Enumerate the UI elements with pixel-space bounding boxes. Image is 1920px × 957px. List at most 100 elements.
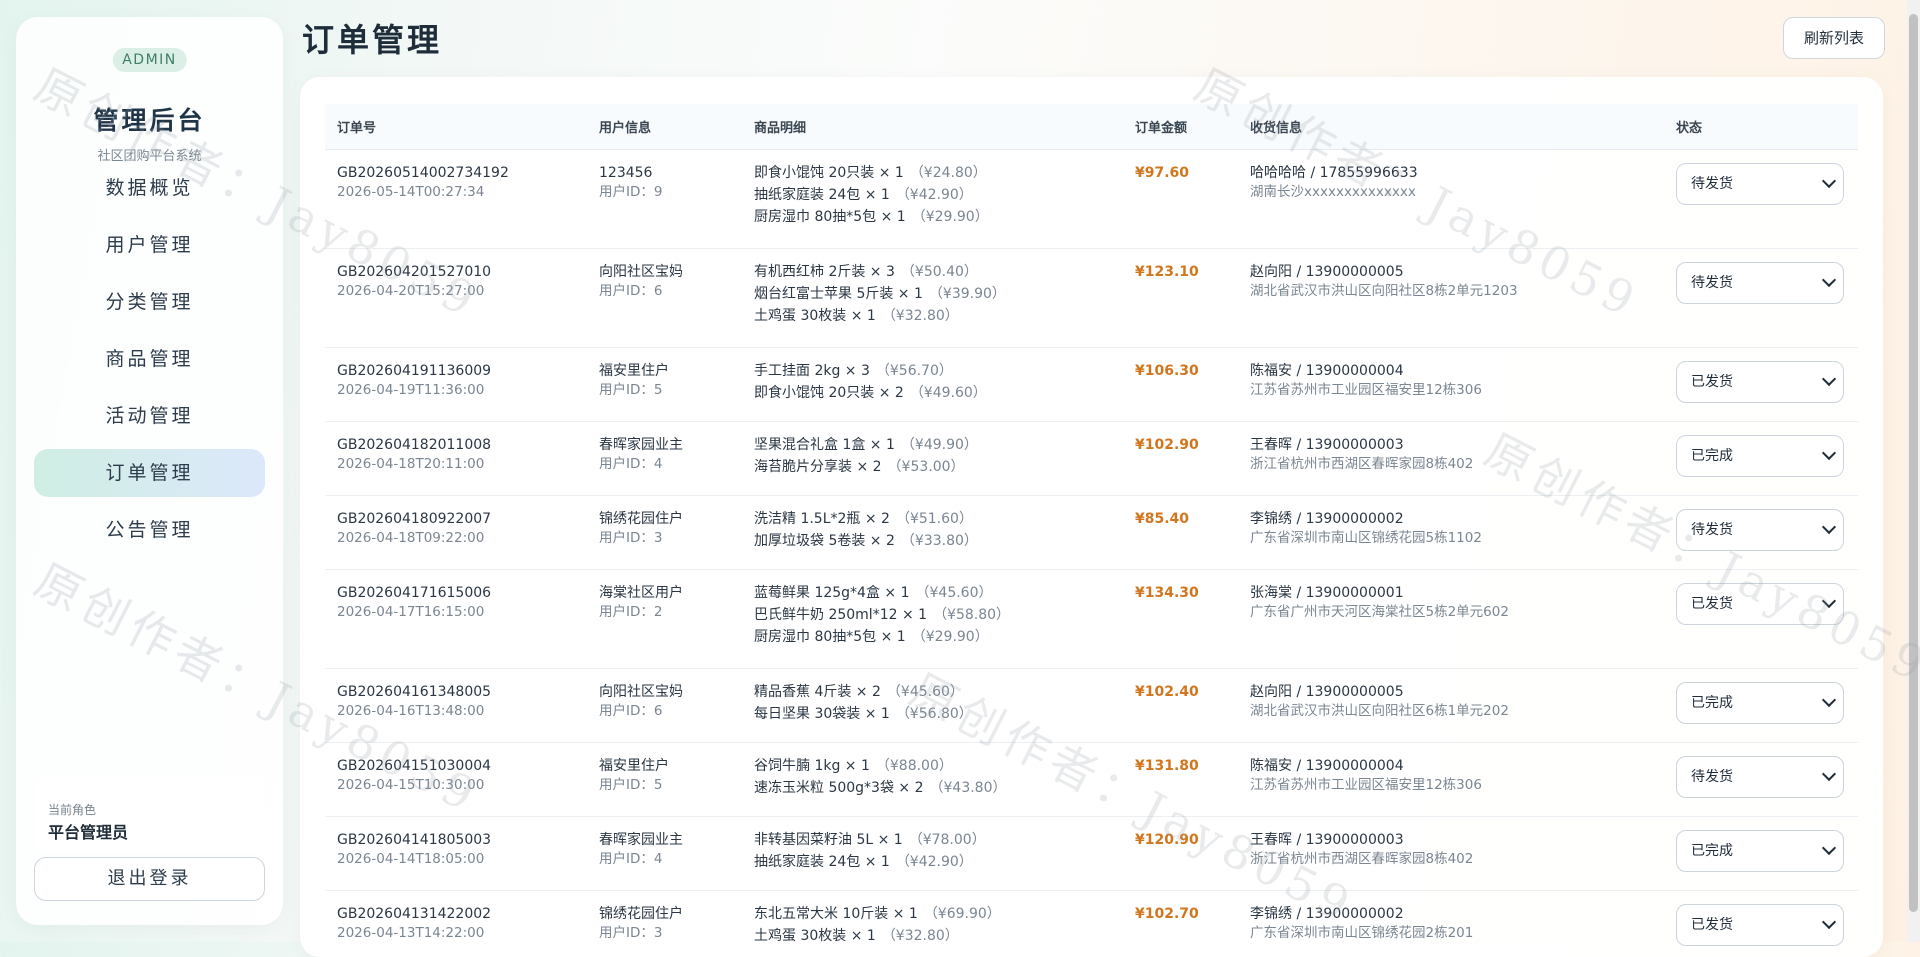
order-cell: GB2026041716150062026-04-17T16:15:00: [325, 570, 587, 669]
order-time: 2026-04-16T13:48:00: [337, 702, 587, 721]
goods-item: 速冻玉米粒 500g*3袋 × 2（¥43.80）: [754, 776, 1123, 801]
goods-name: 抽纸家庭装 24包 × 1: [754, 187, 890, 203]
user-name: 锦绣花园住户: [599, 510, 742, 529]
status-dropdown[interactable]: 待发货已发货已完成: [1676, 683, 1844, 724]
receiver-name-phone: 李锦绣 / 13900000002: [1250, 905, 1664, 924]
user-id: 用户ID：5: [599, 776, 742, 795]
order-amount: ¥131.80: [1135, 758, 1199, 774]
page-scrollbar[interactable]: [1907, 0, 1920, 942]
table-row: GB2026041716150062026-04-17T16:15:00海棠社区…: [325, 570, 1858, 669]
goods-name: 每日坚果 30袋装 × 1: [754, 706, 890, 722]
table-row: GB2026041820110082026-04-18T20:11:00春晖家园…: [325, 422, 1858, 496]
goods-item: 抽纸家庭装 24包 × 1（¥42.90）: [754, 850, 1123, 875]
status-dropdown[interactable]: 待发货已发货已完成: [1676, 164, 1844, 205]
status-cell: 待发货已发货已完成: [1664, 891, 1858, 957]
order-number: GB202604131422002: [337, 905, 587, 924]
col-goods: 商品明细: [742, 104, 1123, 150]
status-dropdown[interactable]: 待发货已发货已完成: [1676, 905, 1844, 946]
goods-item: 海苔脆片分享装 × 2（¥53.00）: [754, 455, 1123, 480]
status-select[interactable]: 待发货已发货已完成: [1676, 262, 1844, 304]
order-amount: ¥134.30: [1135, 585, 1199, 601]
status-dropdown[interactable]: 待发货已发货已完成: [1676, 362, 1844, 403]
table-row: GB2026041613480052026-04-16T13:48:00向阳社区…: [325, 669, 1858, 743]
user-cell: 春晖家园业主用户ID：4: [587, 817, 742, 891]
goods-name: 土鸡蛋 30枚装 × 1: [754, 308, 876, 324]
goods-cell: 有机西红柿 2斤装 × 3（¥50.40）烟台红富士苹果 5斤装 × 1（¥39…: [742, 249, 1123, 348]
status-dropdown[interactable]: 待发货已发货已完成: [1676, 831, 1844, 872]
goods-cell: 洗洁精 1.5L*2瓶 × 2（¥51.60）加厚垃圾袋 5卷装 × 2（¥33…: [742, 496, 1123, 570]
status-dropdown[interactable]: 待发货已发货已完成: [1676, 436, 1844, 477]
amount-cell: ¥102.40: [1123, 669, 1238, 743]
sidebar-item-orders[interactable]: 订单管理: [34, 449, 265, 497]
amount-cell: ¥106.30: [1123, 348, 1238, 422]
sidebar-item-activities[interactable]: 活动管理: [34, 392, 265, 440]
status-dropdown[interactable]: 待发货已发货已完成: [1676, 584, 1844, 625]
status-dropdown[interactable]: 待发货已发货已完成: [1676, 263, 1844, 304]
admin-badge: ADMIN: [112, 48, 187, 72]
receiver-address: 广东省深圳市南山区锦绣花园2栋201: [1250, 924, 1664, 943]
sidebar-item-categories[interactable]: 分类管理: [34, 278, 265, 326]
status-select[interactable]: 待发货已发货已完成: [1676, 509, 1844, 551]
receiver-address: 广东省深圳市南山区锦绣花园5栋1102: [1250, 529, 1664, 548]
goods-price: （¥42.90）: [896, 187, 973, 203]
status-cell: 待发货已发货已完成: [1664, 249, 1858, 348]
status-select[interactable]: 待发货已发货已完成: [1676, 756, 1844, 798]
logout-button[interactable]: 退出登录: [34, 857, 265, 901]
user-name: 123456: [599, 164, 742, 183]
user-cell: 向阳社区宝妈用户ID：6: [587, 669, 742, 743]
status-select[interactable]: 待发货已发货已完成: [1676, 435, 1844, 477]
order-amount: ¥106.30: [1135, 363, 1199, 379]
table-row: GB202605140027341922026-05-14T00:27:34 12…: [325, 150, 1858, 249]
receiver-name-phone: 赵向阳 / 13900000005: [1250, 263, 1664, 282]
col-status: 状态: [1664, 104, 1858, 150]
status-select[interactable]: 待发货已发货已完成: [1676, 583, 1844, 625]
user-name: 海棠社区用户: [599, 584, 742, 603]
goods-cell: 精品香蕉 4斤装 × 2（¥45.60）每日坚果 30袋装 × 1（¥56.80…: [742, 669, 1123, 743]
user-name: 向阳社区宝妈: [599, 683, 742, 702]
status-select[interactable]: 待发货已发货已完成: [1676, 163, 1844, 205]
order-amount: ¥120.90: [1135, 832, 1199, 848]
user-cell: 福安里住户用户ID：5: [587, 348, 742, 422]
refresh-list-button[interactable]: 刷新列表: [1783, 17, 1885, 59]
receiver-address: 湖北省武汉市洪山区向阳社区6栋1单元202: [1250, 702, 1664, 721]
goods-name: 海苔脆片分享装 × 2: [754, 459, 882, 475]
goods-price: （¥24.80）: [910, 165, 987, 181]
receiver-name-phone: 陈福安 / 13900000004: [1250, 362, 1664, 381]
order-amount: ¥123.10: [1135, 264, 1199, 280]
sidebar-item-announcements[interactable]: 公告管理: [34, 506, 265, 554]
status-dropdown[interactable]: 待发货已发货已完成: [1676, 757, 1844, 798]
status-dropdown[interactable]: 待发货已发货已完成: [1676, 510, 1844, 551]
table-row: GB2026041911360092026-04-19T11:36:00福安里住…: [325, 348, 1858, 422]
scrollbar-thumb[interactable]: [1909, 14, 1918, 912]
goods-price: （¥42.90）: [896, 854, 973, 870]
amount-cell: ¥134.30: [1123, 570, 1238, 669]
brand-subtitle: 社区团购平台系统: [16, 145, 283, 164]
user-id: 用户ID：6: [599, 282, 742, 301]
goods-name: 烟台红富士苹果 5斤装 × 1: [754, 286, 923, 302]
sidebar-item-users[interactable]: 用户管理: [34, 221, 265, 269]
goods-cell: 手工挂面 2kg × 3（¥56.70）即食小馄饨 20只装 × 2（¥49.6…: [742, 348, 1123, 422]
status-select[interactable]: 待发货已发货已完成: [1676, 682, 1844, 724]
goods-price: （¥69.90）: [924, 906, 1001, 922]
receiver-cell: 张海棠 / 13900000001广东省广州市天河区海棠社区5栋2单元602: [1238, 570, 1664, 669]
order-amount: ¥97.60: [1135, 165, 1189, 181]
user-cell: 海棠社区用户用户ID：2: [587, 570, 742, 669]
order-cell: GB2026041314220022026-04-13T14:22:00: [325, 891, 587, 957]
receiver-address: 江苏省苏州市工业园区福安里12栋306: [1250, 381, 1664, 400]
status-select[interactable]: 待发货已发货已完成: [1676, 830, 1844, 872]
receiver-name-phone: 王春晖 / 13900000003: [1250, 831, 1664, 850]
goods-cell: 蓝莓鲜果 125g*4盒 × 1（¥45.60）巴氏鲜牛奶 250ml*12 ×…: [742, 570, 1123, 669]
status-cell: 待发货已发货已完成: [1664, 570, 1858, 669]
order-cell: GB202605140027341922026-05-14T00:27:34: [325, 150, 587, 249]
goods-cell: 非转基因菜籽油 5L × 1（¥78.00）抽纸家庭装 24包 × 1（¥42.…: [742, 817, 1123, 891]
status-select[interactable]: 待发货已发货已完成: [1676, 904, 1844, 946]
status-cell: 待发货已发货已完成: [1664, 422, 1858, 496]
order-number: GB202604141805003: [337, 831, 587, 850]
order-cell: GB2026041510300042026-04-15T10:30:00: [325, 743, 587, 817]
sidebar-item-products[interactable]: 商品管理: [34, 335, 265, 383]
receiver-cell: 赵向阳 / 13900000005湖北省武汉市洪山区向阳社区8栋2单元1203: [1238, 249, 1664, 348]
status-select[interactable]: 待发货已发货已完成: [1676, 361, 1844, 403]
user-id: 用户ID：4: [599, 850, 742, 869]
order-cell: GB2026041418050032026-04-14T18:05:00: [325, 817, 587, 891]
sidebar-item-dashboard[interactable]: 数据概览: [34, 164, 265, 212]
